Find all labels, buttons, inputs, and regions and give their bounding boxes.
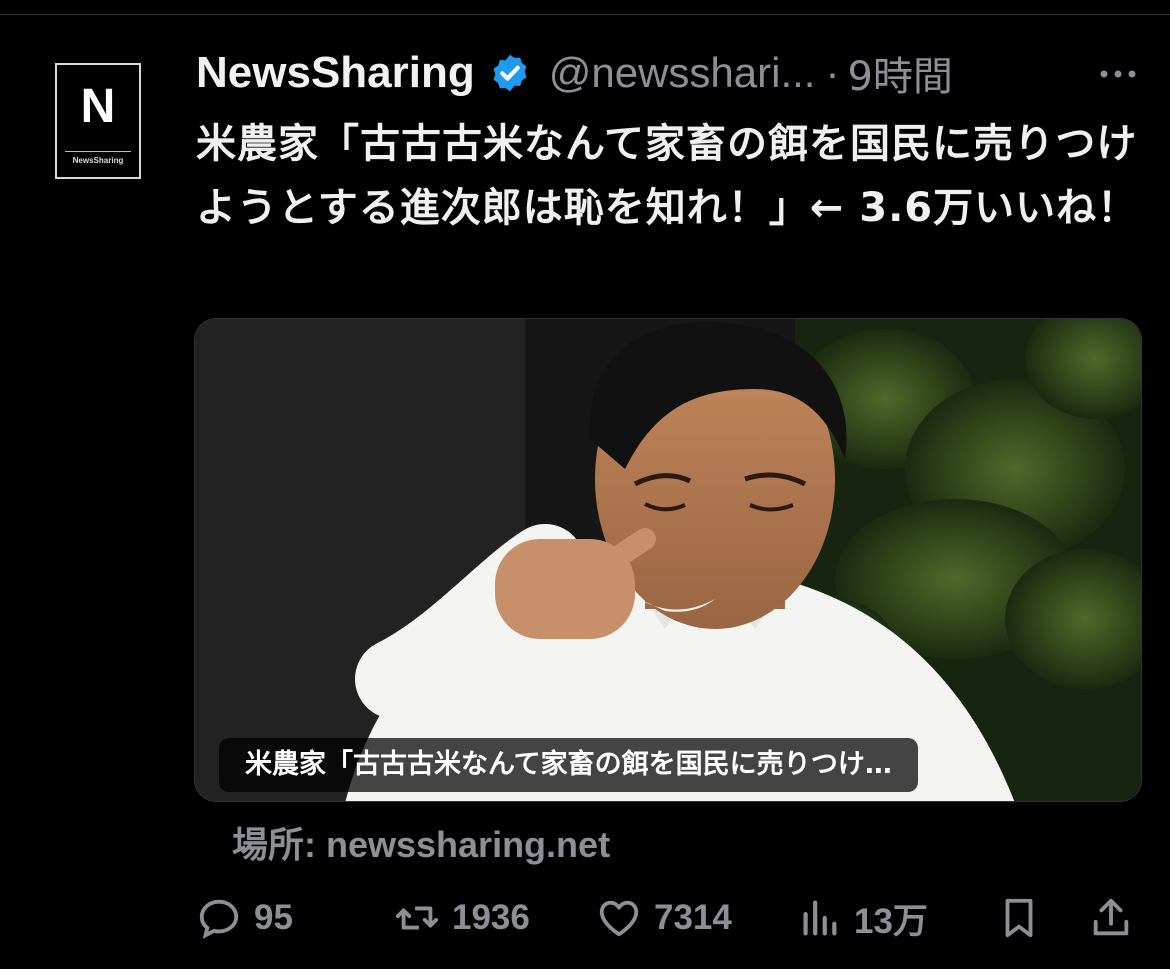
more-icon[interactable]	[1096, 54, 1140, 94]
card-title: 米農家「古古古米なんて家畜の餌を国民に売りつけ…	[219, 738, 918, 792]
reply-count: 95	[254, 898, 293, 937]
retweet-count: 1936	[452, 898, 530, 937]
like-count: 7314	[654, 898, 732, 937]
like-button[interactable]: 7314	[596, 888, 732, 948]
reply-icon	[199, 899, 239, 939]
action-bar: 95 1936 7314 13万	[0, 888, 1170, 948]
source-link[interactable]: 場所: newssharing.net	[232, 816, 610, 868]
avatar[interactable]: N NewsSharing	[55, 63, 141, 179]
views-button[interactable]: 13万	[796, 888, 928, 948]
avatar-letter: N	[80, 80, 116, 133]
tweet-text: 米農家「古古古米なんて家畜の餌を国民に売りつけようとする進次郎は恥を知れ！」← …	[196, 121, 1139, 231]
card-image	[195, 319, 1141, 801]
author-name[interactable]: NewsSharing	[196, 48, 475, 98]
divider	[0, 14, 1170, 15]
timestamp[interactable]: 9時間	[847, 44, 952, 102]
share-icon	[1093, 898, 1129, 936]
views-icon	[803, 900, 837, 936]
avatar-wordmark: NewsSharing	[65, 151, 131, 165]
separator-dot: ·	[825, 49, 840, 96]
bookmark-button[interactable]	[996, 888, 1042, 948]
share-button[interactable]	[1088, 888, 1134, 948]
views-count: 13万	[854, 901, 928, 941]
author-handle[interactable]: @newsshari...	[549, 49, 816, 97]
bookmark-icon	[1005, 898, 1033, 938]
link-card[interactable]: 米農家「古古古米なんて家畜の餌を国民に売りつけ…	[194, 318, 1142, 802]
tweet-header: NewsSharing @newsshari... · 9時間	[196, 48, 953, 100]
like-icon	[599, 900, 639, 937]
retweet-icon	[395, 906, 439, 930]
retweet-button[interactable]: 1936	[394, 888, 530, 948]
reply-button[interactable]: 95	[196, 888, 293, 948]
verified-icon	[493, 54, 527, 92]
